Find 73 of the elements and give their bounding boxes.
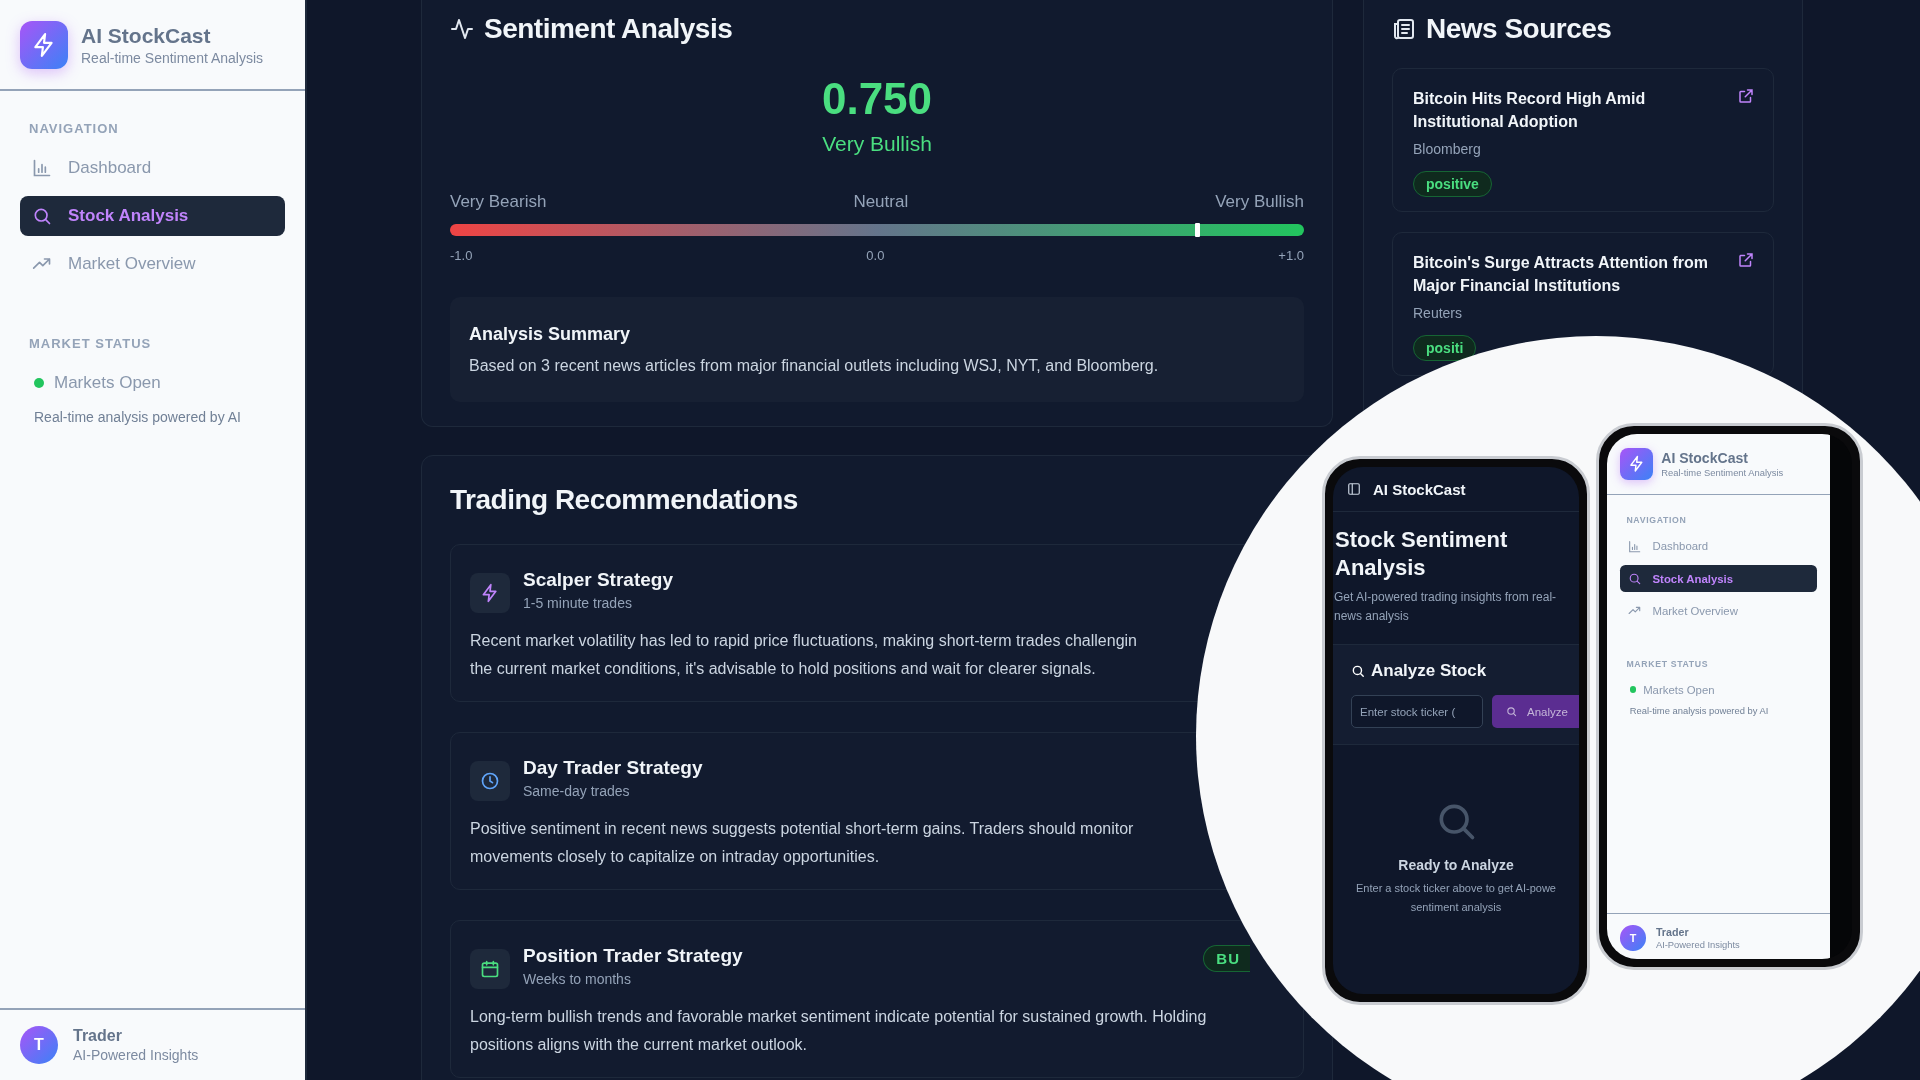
page-title: Stock Sentiment Analysis (1334, 526, 1509, 582)
user-avatar: T (1620, 925, 1646, 951)
article-headline: Bitcoin Hits Record High Amid Institutional Adoption (1413, 89, 1647, 132)
sentiment-badge: positive (1413, 171, 1492, 197)
user-role: AI-Powered Insights (73, 1047, 199, 1063)
strategy-name: Day Trader Strategy (523, 757, 704, 779)
nav-item[interactable]: Dashboard (20, 148, 285, 188)
page-subtitle: Get AI-powered trading insights from real-news analysis (1333, 589, 1558, 625)
strategy-description: Recent market volatility has led to rapid price fluctuations, making short-term trades challengin the current market conditions, it's advisable to hold positions and wait for clearer signals. (470, 631, 1138, 679)
search-icon (1506, 706, 1517, 717)
scale-label: Neutral (853, 192, 909, 212)
card-title: Sentiment Analysis (484, 13, 733, 45)
section-heading: NAVIGATION (1626, 515, 1688, 526)
search-icon (1351, 664, 1365, 678)
strategy-name: Scalper Strategy (523, 569, 674, 591)
app-tagline: Real-time Sentiment Analysis (1661, 467, 1784, 478)
bar-chart-icon (32, 158, 52, 178)
scale-label: Very Bullish (1215, 192, 1304, 212)
panel-title: Analyze Stock (1371, 661, 1487, 681)
status-note: Real-time analysis powered by AI (1629, 706, 1770, 717)
market-status: Markets Open (1643, 683, 1715, 696)
strategy-description: Long-term bullish trends and favorable market sentiment indicate potential for sustained growth. Holding positions aligns with the current market outlook. (470, 1007, 1208, 1055)
app-tagline: Real-time Sentiment Analysis (81, 49, 264, 66)
market-status: Markets Open (54, 373, 161, 393)
external-link-icon[interactable] (1737, 87, 1755, 105)
user-avatar: T (20, 1026, 58, 1064)
summary-title: Analysis Summary (469, 324, 632, 345)
article-source: Bloomberg (1413, 141, 1481, 157)
card-title: Trading Recommendations (450, 484, 799, 516)
sentiment-label: Very Bullish (822, 132, 932, 156)
scale-tick: 0.0 (866, 248, 885, 263)
sentiment-badge: positi (1413, 335, 1477, 361)
lightning-icon (480, 583, 500, 603)
strategy-timeframe: 1-5 minute trades (523, 595, 633, 611)
newspaper-icon (1392, 17, 1416, 41)
external-link-icon[interactable] (1737, 251, 1755, 269)
section-heading: NAVIGATION (29, 121, 120, 136)
scale-label: Very Bearish (450, 192, 547, 212)
ticker-input[interactable]: Enter stock ticker ( (1351, 695, 1483, 728)
section-heading: MARKET STATUS (1626, 659, 1710, 670)
section-heading: MARKET STATUS (29, 336, 153, 351)
article-source: Reuters (1413, 305, 1463, 321)
analyze-button[interactable]: Analyze (1492, 695, 1579, 728)
app-name: AI StockCast (1373, 480, 1466, 498)
nav-item[interactable]: Stock Analysis (1620, 565, 1817, 593)
app-name: AI StockCast (1661, 450, 1749, 467)
calendar-icon (480, 959, 500, 979)
nav-item[interactable]: Stock Analysis (20, 196, 285, 236)
empty-state-text: Enter a stock ticker above to get AI-powe sentiment analysis (1355, 881, 1557, 915)
clock-icon (480, 771, 500, 791)
empty-state-title: Ready to Analyze (1398, 857, 1514, 873)
user-role: AI-Powered Insights (1655, 939, 1740, 950)
strategy-name: Position Trader Strategy (523, 945, 744, 967)
article-headline: Bitcoin's Surge Attracts Attention from Major Financial Institutions (1413, 253, 1710, 296)
user-name: Trader (1655, 926, 1690, 939)
search-icon (32, 206, 52, 226)
signal-badge: BU (1203, 945, 1250, 972)
nav-item[interactable]: Market Overview (20, 244, 285, 284)
strategy-timeframe: Weeks to months (523, 971, 632, 987)
card-title: News Sources (1426, 13, 1612, 45)
nav-item[interactable]: Market Overview (1620, 597, 1817, 625)
app-name: AI StockCast (81, 23, 212, 48)
scale-tick: -1.0 (450, 248, 473, 263)
summary-text: Based on 3 recent news articles from major financial outlets including WSJ, NYT, and Bloomberg. (469, 357, 1160, 375)
strategy-description: Positive sentiment in recent news suggests potential short-term gains. Traders should monitor movements closely to capitalize on intraday opportunities. (470, 819, 1135, 867)
activity-icon (450, 17, 474, 41)
sidebar-toggle-icon[interactable] (1347, 482, 1361, 496)
strategy-timeframe: Same-day trades (523, 783, 631, 799)
user-name: Trader (73, 1027, 123, 1045)
nav-item[interactable]: Dashboard (1620, 533, 1817, 560)
status-note: Real-time analysis powered by AI (34, 409, 242, 425)
sentiment-score: 0.750 (821, 74, 933, 124)
scale-tick: +1.0 (1278, 248, 1304, 263)
